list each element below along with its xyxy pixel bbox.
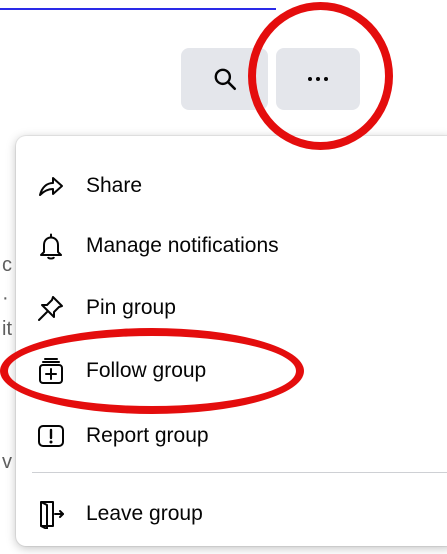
menu-item-follow-group[interactable]: Follow group — [16, 343, 436, 399]
report-icon — [36, 421, 66, 451]
menu-item-pin-group[interactable]: Pin group — [16, 280, 436, 336]
menu-item-report-group[interactable]: Report group — [16, 408, 436, 464]
screen: c · it v Share Manage notifications Pin … — [0, 0, 447, 554]
more-options-button[interactable] — [276, 48, 360, 110]
menu-divider — [32, 472, 447, 473]
menu-item-label: Leave group — [86, 502, 203, 525]
background-text-fragment: c — [2, 254, 12, 276]
share-icon — [36, 171, 66, 201]
background-text-fragment: it — [2, 318, 12, 340]
search-icon — [214, 68, 236, 91]
more-horizontal-icon — [308, 77, 328, 81]
menu-item-label: Pin group — [86, 296, 176, 319]
menu-item-label: Share — [86, 174, 143, 197]
background-text-fragment: · — [2, 287, 9, 309]
menu-item-label: Manage notifications — [86, 234, 279, 257]
menu-item-leave-group[interactable]: Leave group — [16, 486, 436, 542]
menu-item-label: Report group — [86, 424, 209, 447]
menu-item-share[interactable]: Share — [16, 158, 436, 214]
search-button[interactable] — [181, 48, 268, 110]
menu-item-manage-notifications[interactable]: Manage notifications — [16, 218, 436, 274]
bell-icon — [36, 231, 66, 261]
menu-item-label: Follow group — [86, 359, 207, 382]
pin-icon — [36, 293, 66, 323]
leave-door-icon — [36, 499, 66, 529]
follow-group-icon — [36, 356, 66, 386]
cropped-link-underline[interactable] — [0, 0, 276, 10]
background-text-fragment: v — [2, 451, 12, 473]
